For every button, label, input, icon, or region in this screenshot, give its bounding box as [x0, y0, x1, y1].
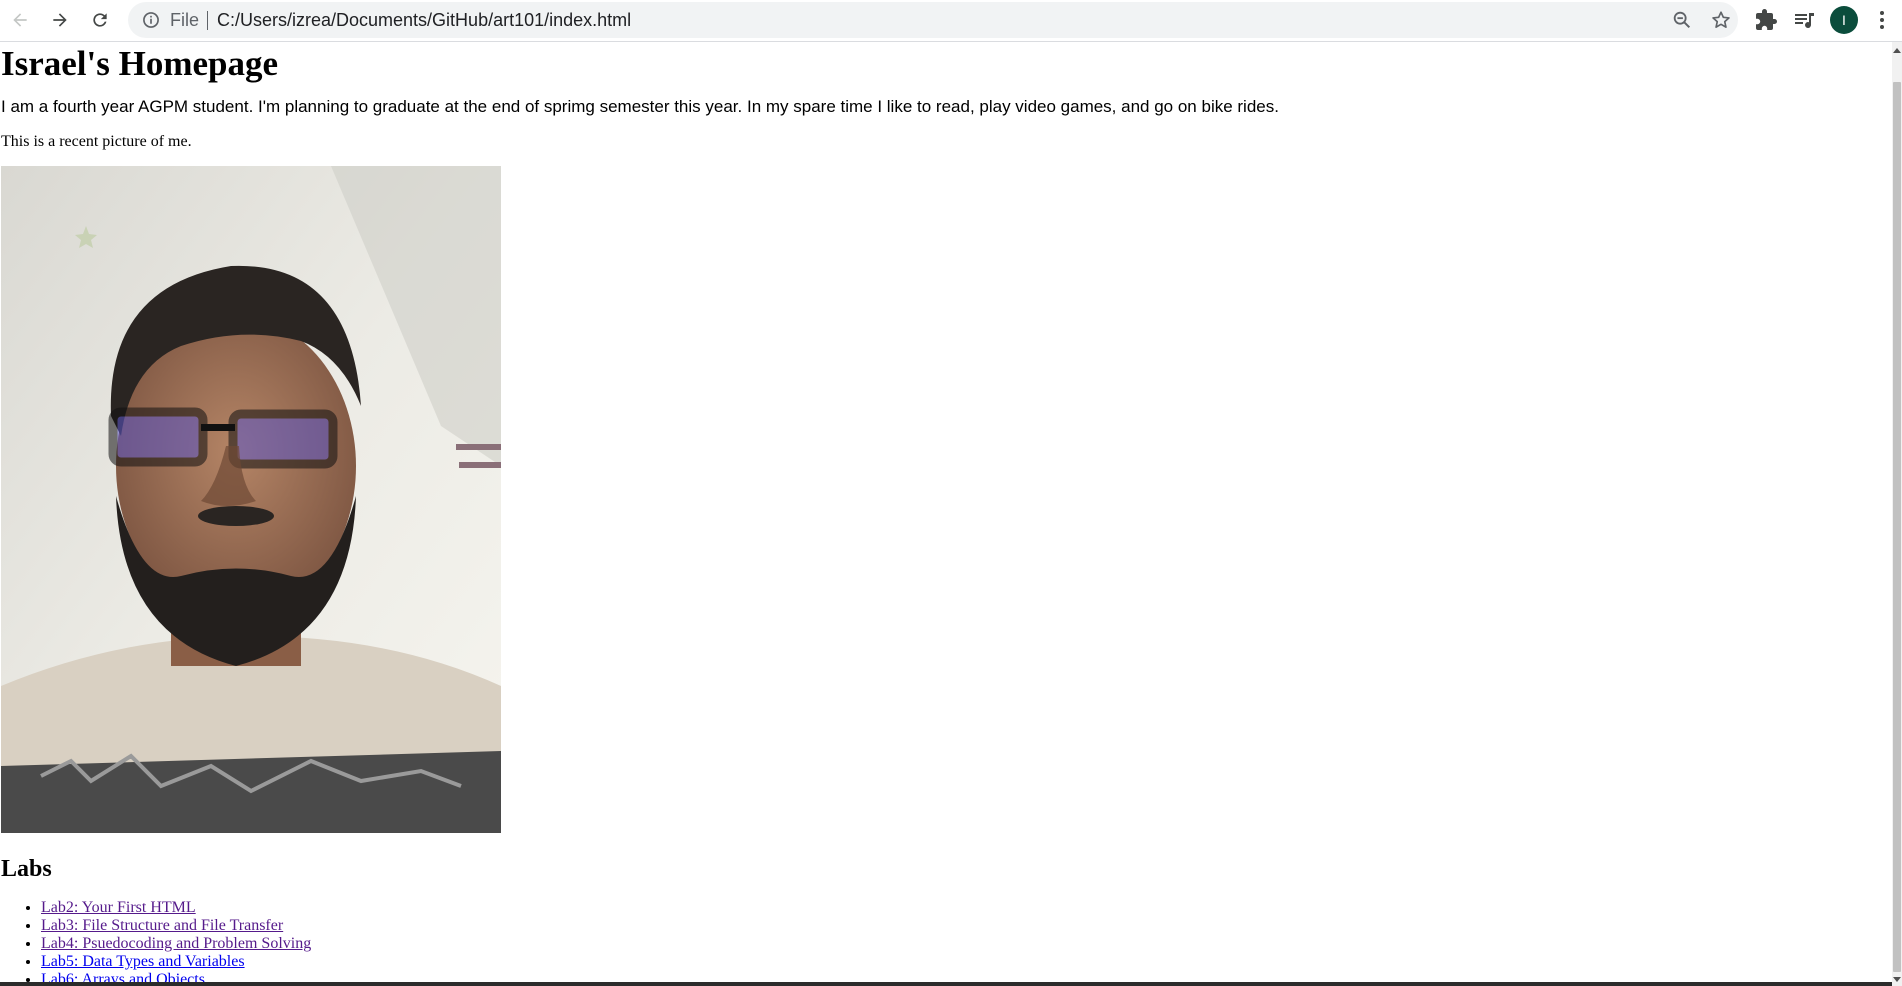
profile-photo: [1, 166, 501, 833]
puzzle-icon: [1756, 9, 1777, 30]
kebab-menu-icon: [1880, 11, 1884, 29]
list-item: Lab2: Your First HTML: [41, 899, 311, 917]
lab-link[interactable]: Lab2: Your First HTML: [41, 899, 196, 916]
url-scheme-label: File: [170, 10, 200, 30]
media-controls-button[interactable]: [1792, 8, 1816, 32]
photo-caption: This is a recent picture of me.: [1, 133, 192, 150]
back-button[interactable]: [4, 4, 36, 36]
bookmark-button[interactable]: [1710, 9, 1732, 31]
list-item: Lab3: File Structure and File Transfer: [41, 917, 311, 935]
page-title: Israel's Homepage: [1, 44, 279, 83]
star-icon: [1712, 11, 1730, 28]
page-viewport: Israel's Homepage I am a fourth year AGP…: [0, 42, 1892, 986]
forward-button[interactable]: [44, 4, 76, 36]
url-separator: [207, 11, 208, 30]
address-bar[interactable]: File C:/Users/izrea/Documents/GitHub/art…: [128, 2, 1738, 38]
lab-link[interactable]: Lab4: Psuedocoding and Problem Solving: [41, 935, 311, 952]
labs-heading: Labs: [1, 856, 52, 882]
url-text[interactable]: C:/Users/izrea/Documents/GitHub/art101/i…: [217, 2, 631, 38]
browser-toolbar: File C:/Users/izrea/Documents/GitHub/art…: [0, 0, 1902, 42]
list-item: Lab4: Psuedocoding and Problem Solving: [41, 935, 311, 953]
extensions-button[interactable]: [1754, 8, 1778, 32]
forward-arrow-icon: [53, 13, 67, 27]
zoom-out-icon: [1673, 11, 1691, 29]
scroll-thumb[interactable]: [1893, 82, 1901, 972]
info-icon: [143, 12, 159, 28]
labs-list: Lab2: Your First HTML Lab3: File Structu…: [1, 899, 311, 986]
list-item: Lab5: Data Types and Variables: [41, 953, 311, 971]
site-info-button[interactable]: [141, 10, 161, 30]
lab-link[interactable]: Lab3: File Structure and File Transfer: [41, 917, 283, 934]
reload-button[interactable]: [84, 4, 116, 36]
portrait-illustration: [1, 166, 501, 833]
zoom-button[interactable]: [1671, 9, 1693, 31]
page-scrollbar[interactable]: [1892, 42, 1902, 986]
browser-menu-button[interactable]: [1872, 8, 1892, 32]
intro-paragraph: I am a fourth year AGPM student. I'm pla…: [1, 97, 1279, 116]
taskbar-edge: [0, 982, 1892, 986]
lab-link[interactable]: Lab5: Data Types and Variables: [41, 953, 245, 970]
scroll-down-arrow-icon[interactable]: [1893, 977, 1901, 982]
back-arrow-icon: [13, 13, 27, 27]
reload-icon: [93, 13, 107, 27]
scroll-up-arrow-icon[interactable]: [1893, 48, 1901, 53]
media-queue-icon: [1795, 13, 1814, 29]
profile-avatar[interactable]: I: [1830, 6, 1858, 34]
